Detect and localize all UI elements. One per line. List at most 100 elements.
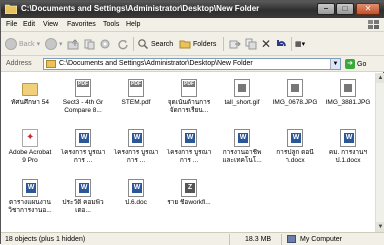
file-name: IMG_3881.JPG <box>325 99 371 106</box>
file-item[interactable]: ราย ชื่อworkfl... <box>165 177 213 223</box>
file-name: โครงการ บูรณาการ ... <box>113 149 159 164</box>
window-title: C:\Documents and Settings\Administrator\… <box>21 4 260 13</box>
folder-icon <box>46 60 56 68</box>
toolbar-separator <box>133 37 134 51</box>
search-icon <box>138 39 149 50</box>
file-item[interactable]: การงานอาชีพ และเทคโนโ... <box>218 127 266 173</box>
file-name: โครงการ บูรณาการ ... <box>166 149 212 164</box>
close-button[interactable]: ✕ <box>356 3 380 15</box>
go-button[interactable]: ➜ Go <box>345 58 383 70</box>
menu-view[interactable]: View <box>43 21 58 28</box>
folders-icon <box>179 40 191 49</box>
menu-favorites[interactable]: Favorites <box>67 21 96 28</box>
search-label: Search <box>151 40 174 48</box>
copy-to-button[interactable] <box>83 37 95 51</box>
refresh-button[interactable] <box>117 37 129 51</box>
toolbar-separator <box>223 37 224 51</box>
word-doc-icon <box>128 129 144 147</box>
object-count: 18 objects (plus 1 hidden) <box>5 236 86 243</box>
menu-tools[interactable]: Tools <box>103 21 119 28</box>
file-name: การงานอาชีพ และเทคโนโ... <box>222 149 262 164</box>
pdf-icon <box>128 79 144 97</box>
vertical-scrollbar[interactable]: ▲ ▼ <box>375 73 384 232</box>
close-x-icon: ✕ <box>261 37 272 51</box>
up-folder-icon <box>67 39 79 50</box>
up-folder-button[interactable] <box>67 37 79 51</box>
folder-icon <box>22 83 38 96</box>
address-value: C:\Documents and Settings\Administrator\… <box>59 60 253 67</box>
copy-button[interactable] <box>245 37 257 51</box>
pdf-icon <box>75 79 91 97</box>
file-name: จุดเน้นด้านการจัดการเรียน... <box>167 99 211 114</box>
minimize-button[interactable]: – <box>317 3 335 15</box>
file-item[interactable]: การปลูก ดอนีา.docx <box>271 127 319 173</box>
file-name: IMG_0678.JPG <box>272 99 318 106</box>
image-icon <box>287 79 303 97</box>
search-button[interactable]: Search <box>137 37 173 51</box>
title-bar[interactable]: C:\Documents and Settings\Administrator\… <box>1 1 384 18</box>
undo-button[interactable] <box>275 37 287 51</box>
views-button[interactable]: ▦▾ <box>295 37 305 51</box>
file-item[interactable]: tall_short.gif <box>218 77 266 123</box>
word-doc-icon <box>234 129 250 147</box>
file-item[interactable]: โครงการ บูรณาการ ... <box>59 127 107 173</box>
file-item[interactable]: ตารางแผนงาน วิชาการงานอ... <box>6 177 54 223</box>
file-name: Adobe Acrobat 9 Pro <box>8 149 52 164</box>
settings-button[interactable] <box>99 37 111 51</box>
file-name: Sect3 - 4th Gr Compare 8... <box>62 99 104 114</box>
delete-button[interactable]: ✕ <box>261 37 271 51</box>
total-size: 18.3 MB <box>245 236 272 243</box>
location-label: My Computer <box>300 236 343 243</box>
file-item[interactable]: จุดเน้นด้านการจัดการเรียน... <box>165 77 213 123</box>
file-item[interactable]: คม. การงานฯ ป.1.docx <box>324 127 372 173</box>
file-name: ตารางแผนงาน วิชาการงานอ... <box>8 199 52 214</box>
back-arrow-icon <box>5 38 17 50</box>
scroll-up-icon[interactable]: ▲ <box>376 73 384 83</box>
zip-archive-icon <box>181 179 197 197</box>
menu-bar: File Edit View Favorites Tools Help <box>1 18 384 32</box>
computer-icon <box>287 235 296 243</box>
image-icon <box>234 79 250 97</box>
address-bar: Address C:\Documents and Settings\Admini… <box>1 56 384 72</box>
go-arrow-icon: ➜ <box>345 59 355 69</box>
forward-button[interactable]: ▾ <box>45 37 63 51</box>
menu-edit[interactable]: Edit <box>23 21 35 28</box>
file-item[interactable]: Sect3 - 4th Gr Compare 8... <box>59 77 107 123</box>
file-item[interactable]: ทัศนศึกษา 54 <box>6 77 54 123</box>
menu-file[interactable]: File <box>6 21 17 28</box>
file-name: ราย ชื่อworkfl... <box>167 199 211 206</box>
copy-icon <box>84 39 95 50</box>
file-item[interactable]: โครงการ บูรณาการ ... <box>112 127 160 173</box>
scroll-down-icon[interactable]: ▼ <box>376 222 384 232</box>
file-item[interactable]: โครงการ บูรณาการ ... <box>165 127 213 173</box>
word-doc-icon <box>287 129 303 147</box>
file-name: ทัศนศึกษา 54 <box>11 99 49 106</box>
file-list[interactable]: ทัศนศึกษา 54 Sect3 - 4th Gr Compare 8...… <box>1 73 384 232</box>
word-doc-icon <box>75 129 91 147</box>
windows-logo-icon <box>368 20 379 29</box>
file-item[interactable]: IMG_3881.JPG <box>324 77 372 123</box>
toolbar: Back ▾ ▾ Search Folders ✕ ▦▾ <box>1 32 384 56</box>
views-icon: ▦▾ <box>295 41 306 48</box>
maximize-button[interactable]: □ <box>336 3 354 15</box>
file-item[interactable]: Adobe Acrobat 9 Pro <box>6 127 54 173</box>
file-name: การปลูก ดอนีา.docx <box>276 149 314 164</box>
folders-label: Folders <box>193 40 217 48</box>
file-name: ประวัติ คอมพิวเตอ... <box>62 199 104 214</box>
chevron-down-icon[interactable]: ▼ <box>330 59 340 69</box>
file-item[interactable]: IMG_0678.JPG <box>271 77 319 123</box>
word-doc-icon <box>22 179 38 197</box>
back-button[interactable]: Back ▾ <box>5 37 40 51</box>
file-name: โครงการ บูรณาการ ... <box>60 149 106 164</box>
file-item[interactable]: ประวัติ คอมพิวเตอ... <box>59 177 107 223</box>
address-input[interactable]: C:\Documents and Settings\Administrator\… <box>43 58 341 70</box>
move-to-button[interactable] <box>229 37 241 51</box>
file-item[interactable]: ป.6.doc <box>112 177 160 223</box>
menu-help[interactable]: Help <box>126 21 140 28</box>
file-item[interactable]: STEM.pdf <box>112 77 160 123</box>
folder-icon <box>5 4 17 14</box>
file-name: tall_short.gif <box>224 99 260 106</box>
folders-button[interactable]: Folders <box>179 37 216 51</box>
forward-arrow-icon <box>45 38 57 50</box>
word-doc-icon <box>181 129 197 147</box>
